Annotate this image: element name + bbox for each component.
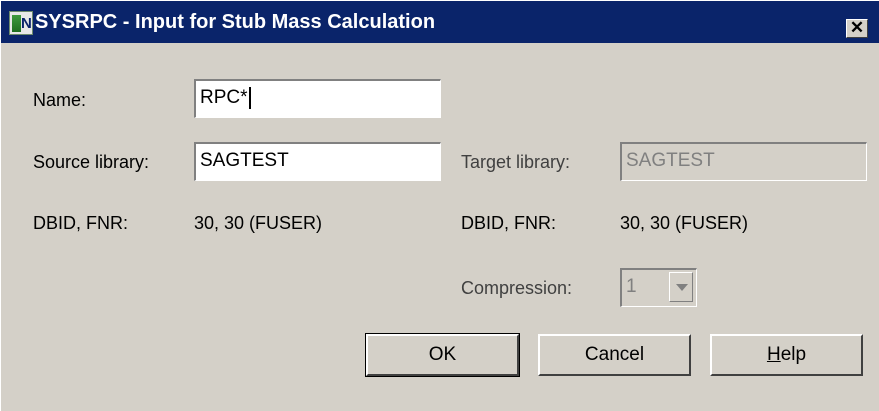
help-mnemonic: H bbox=[766, 344, 781, 365]
chevron-down-icon bbox=[676, 284, 688, 291]
ok-button[interactable]: OK bbox=[365, 333, 520, 377]
target-library-label: Target library: bbox=[461, 152, 571, 172]
name-input[interactable]: RPC* bbox=[194, 79, 441, 118]
name-input-value: RPC* bbox=[200, 87, 248, 108]
close-icon: ✕ bbox=[849, 18, 865, 37]
window-title: SYSRPC - Input for Stub Mass Calculation bbox=[35, 11, 436, 33]
natural-app-icon: N bbox=[9, 11, 33, 35]
cancel-button[interactable]: Cancel bbox=[538, 334, 691, 376]
close-button[interactable]: ✕ bbox=[846, 18, 868, 38]
stub-mass-calculation-dialog: N SYSRPC - Input for Stub Mass Calculati… bbox=[0, 0, 879, 411]
target-library-value: SAGTEST bbox=[626, 150, 715, 171]
target-library-input: SAGTEST bbox=[620, 142, 867, 181]
name-label: Name: bbox=[33, 90, 87, 110]
title-bar[interactable]: N SYSRPC - Input for Stub Mass Calculati… bbox=[1, 1, 879, 43]
compression-dropdown-button bbox=[669, 272, 693, 302]
help-button[interactable]: Help bbox=[710, 334, 863, 376]
source-dbid-fnr-value: 30, 30 (FUSER) bbox=[194, 213, 323, 233]
compression-label: Compression: bbox=[461, 278, 573, 298]
source-library-input[interactable]: SAGTEST bbox=[194, 142, 441, 181]
compression-select: 1 bbox=[620, 268, 697, 307]
text-caret bbox=[248, 86, 251, 109]
source-library-value: SAGTEST bbox=[200, 150, 289, 171]
target-dbid-fnr-value: 30, 30 (FUSER) bbox=[620, 213, 749, 233]
source-library-label: Source library: bbox=[33, 152, 150, 172]
source-dbid-fnr-label: DBID, FNR: bbox=[33, 213, 129, 233]
help-label-rest: elp bbox=[780, 344, 807, 365]
compression-value: 1 bbox=[626, 276, 637, 297]
target-dbid-fnr-label: DBID, FNR: bbox=[461, 213, 557, 233]
